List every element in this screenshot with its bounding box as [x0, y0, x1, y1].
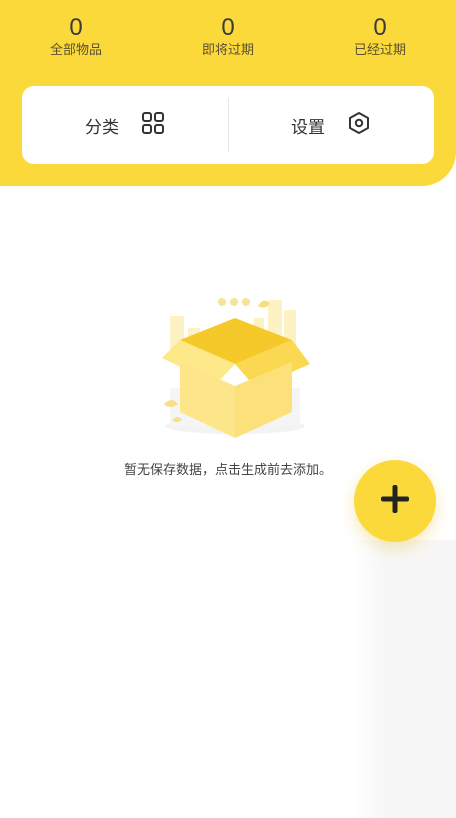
- stat-expiring-soon[interactable]: 0 即将过期: [168, 14, 288, 60]
- stat-label: 已经过期: [353, 43, 406, 58]
- category-label: 分类: [85, 117, 119, 138]
- stat-label: 即将过期: [201, 43, 254, 58]
- stat-count: 0: [373, 14, 387, 41]
- stat-count: 0: [69, 14, 83, 41]
- empty-box-illustration: [150, 288, 320, 443]
- stat-all-items[interactable]: 0 全部物品: [16, 14, 136, 60]
- category-button[interactable]: 分类: [22, 86, 228, 164]
- header-panel: 0 全部物品 0 即将过期 0 已经过期 分类 设置: [0, 0, 456, 186]
- hexagon-settings-icon: [347, 111, 371, 139]
- stats-row: 0 全部物品 0 即将过期 0 已经过期: [0, 14, 456, 74]
- plus-icon: [378, 482, 412, 520]
- settings-label: 设置: [291, 117, 325, 138]
- settings-button[interactable]: 设置: [228, 86, 434, 164]
- stat-count: 0: [221, 14, 235, 41]
- grid-icon: [141, 111, 165, 139]
- stat-label: 全部物品: [49, 43, 102, 58]
- menu-card: 分类 设置: [22, 86, 434, 164]
- stat-expired[interactable]: 0 已经过期: [320, 14, 440, 60]
- add-item-button[interactable]: [354, 460, 436, 542]
- background-shade: [352, 540, 456, 818]
